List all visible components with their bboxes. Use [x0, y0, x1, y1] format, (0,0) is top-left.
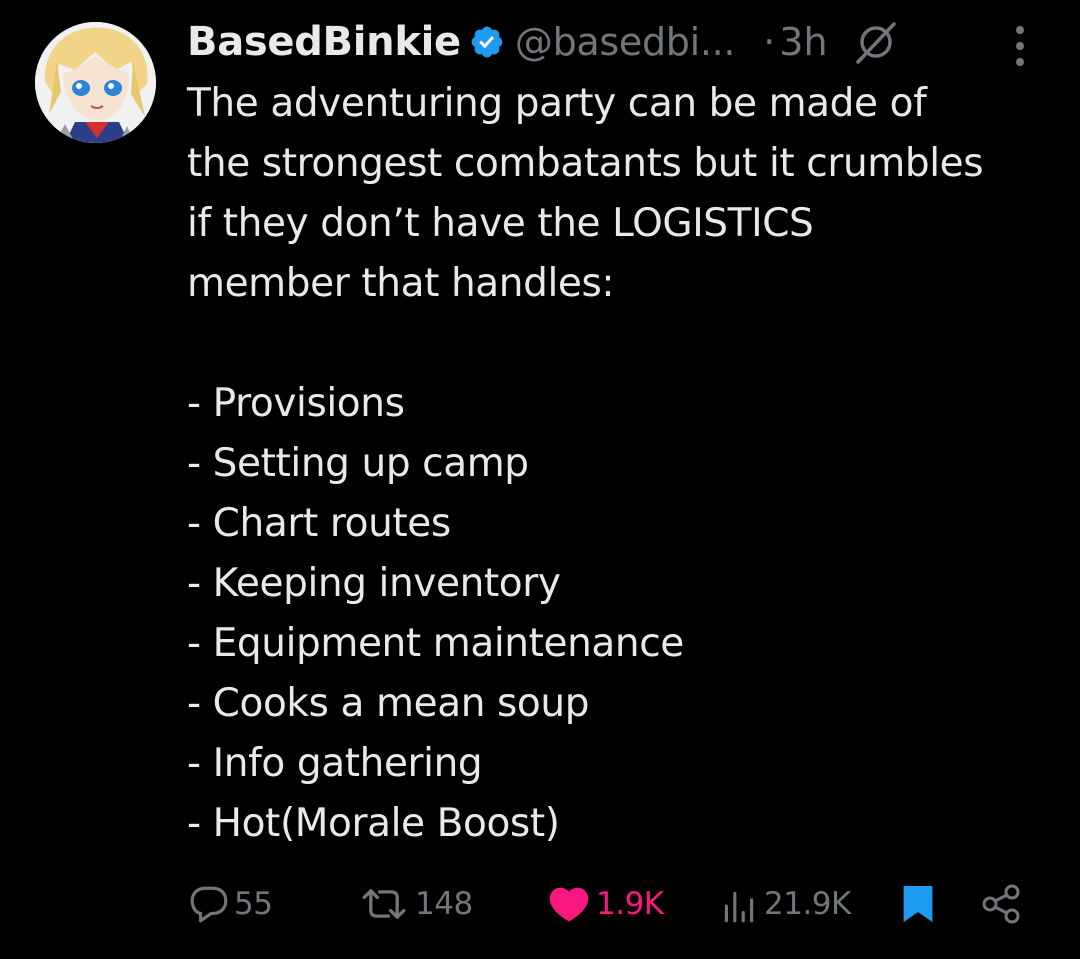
bookmark-icon	[903, 886, 933, 922]
grok-icon[interactable]	[854, 20, 898, 64]
tweet-text-line: The adventuring party can be made of	[187, 81, 927, 126]
list-item: - Provisions	[187, 381, 405, 426]
views-button[interactable]: 21.9K	[718, 876, 851, 932]
like-count: 1.9K	[596, 886, 664, 922]
list-item: - Cooks a mean soup	[187, 681, 590, 726]
action-bar: 55 148 1.9K 21.9K	[0, 876, 1080, 932]
bookmark-button[interactable]	[900, 876, 936, 932]
list-item: - Hot(Morale Boost)	[187, 801, 560, 846]
list-item: - Equipment maintenance	[187, 621, 684, 666]
avatar[interactable]	[35, 22, 156, 143]
display-name[interactable]: BasedBinkie	[187, 19, 461, 65]
reply-count: 55	[234, 886, 273, 922]
tweet-text: The adventuring party can be made of the…	[187, 74, 1067, 854]
tweet[interactable]: BasedBinkie @basedbi... · 3h The adventu…	[0, 0, 1080, 959]
timestamp[interactable]: 3h	[779, 20, 827, 64]
share-button[interactable]	[980, 876, 1024, 932]
separator-dot: ·	[763, 20, 776, 64]
heart-icon	[549, 887, 589, 922]
tweet-text-line: the strongest combatants but it crumbles	[187, 141, 984, 186]
tweet-text-line: if they don’t have the LOGISTICS	[187, 201, 814, 246]
tweet-header: BasedBinkie @basedbi... · 3h	[187, 14, 898, 70]
more-options-icon[interactable]	[1006, 22, 1034, 70]
views-icon	[724, 891, 754, 923]
reply-button[interactable]: 55	[188, 876, 273, 932]
user-handle[interactable]: @basedbi...	[515, 20, 736, 64]
share-icon	[982, 884, 1020, 924]
avatar-image	[35, 22, 156, 143]
like-button[interactable]: 1.9K	[546, 876, 664, 932]
tweet-text-line: member that handles:	[187, 261, 615, 306]
list-item: - Info gathering	[187, 741, 483, 786]
list-item: - Setting up camp	[187, 441, 529, 486]
reply-icon	[190, 886, 228, 923]
views-count: 21.9K	[764, 886, 851, 922]
repost-count: 148	[415, 886, 473, 922]
repost-button[interactable]: 148	[357, 876, 473, 932]
repost-icon	[362, 889, 406, 919]
list-item: - Chart routes	[187, 501, 451, 546]
verified-badge-icon	[469, 24, 505, 60]
list-item: - Keeping inventory	[187, 561, 561, 606]
